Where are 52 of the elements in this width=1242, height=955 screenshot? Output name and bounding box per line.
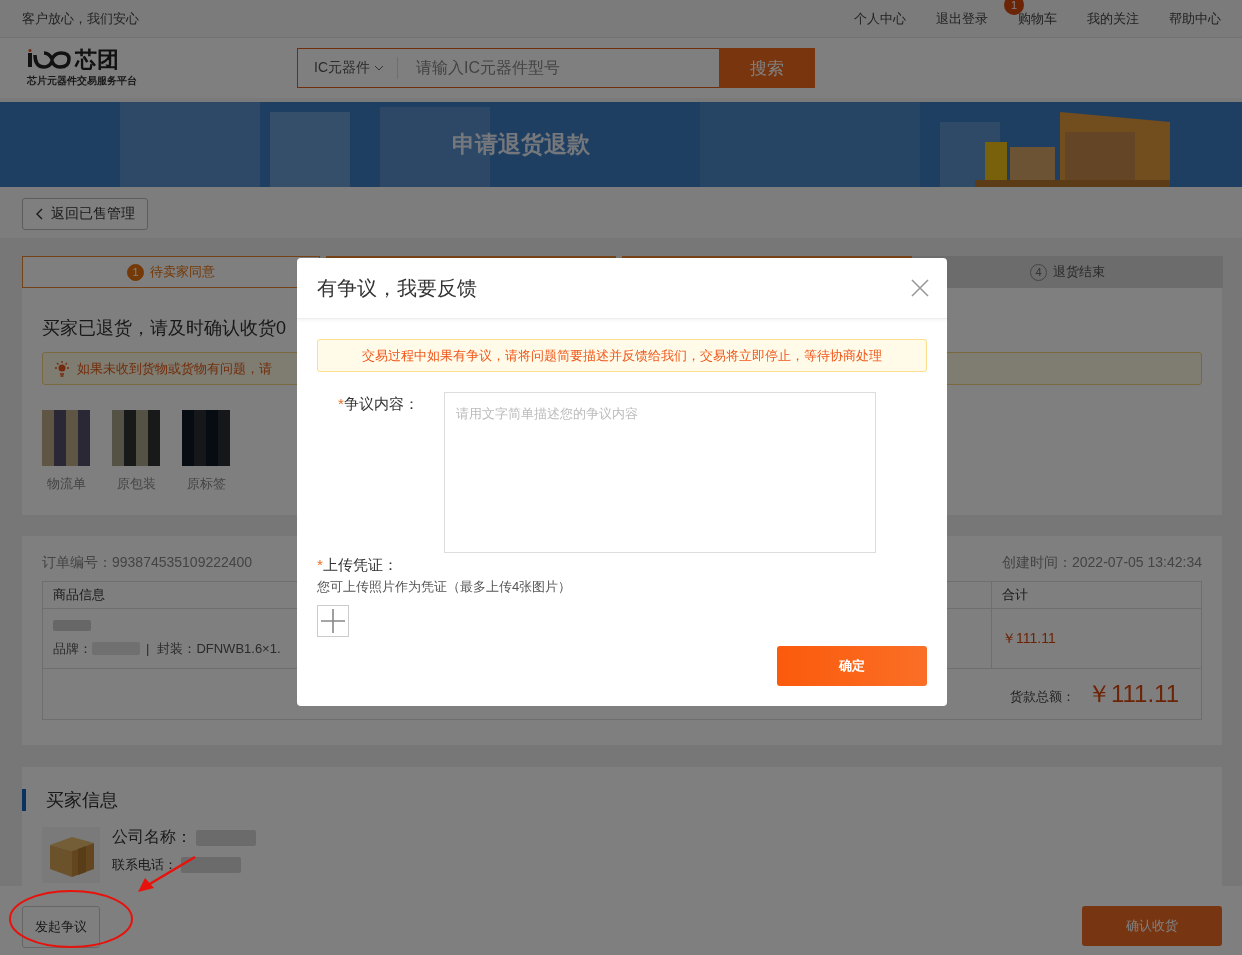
column-header: 商品信息 <box>53 586 105 604</box>
upload-button[interactable] <box>317 605 349 637</box>
order-created-time: 创建时间：2022-07-05 13:42:34 <box>1002 554 1202 572</box>
order-number: 订单编号：993874535109222400 <box>42 554 253 572</box>
submit-button[interactable]: 确定 <box>777 646 927 686</box>
back-button[interactable]: 返回已售管理 <box>22 198 148 230</box>
search-field[interactable]: 请输入IC元器件型号 <box>398 48 719 88</box>
logo-tagline: 芯片元器件交易服务平台 <box>27 74 138 88</box>
field-label: 公司名称： <box>112 827 192 847</box>
redacted-block <box>181 857 241 873</box>
field-label: 争议内容： <box>343 395 419 412</box>
redacted-block <box>53 619 91 631</box>
alert-message: 交易过程中如果有争议，请将问题简要描述并反馈给我们，交易将立即停止，等待协商处理 <box>317 339 927 372</box>
chevron-left-icon <box>35 208 43 220</box>
dispute-button[interactable]: 发起争议 <box>22 906 100 948</box>
logo-text: 芯团 <box>75 48 119 72</box>
chevron-down-icon <box>374 65 384 71</box>
step-number: 1 <box>127 263 144 281</box>
separator-text: | <box>146 641 150 656</box>
plus-icon <box>321 609 345 633</box>
row-total: ￥111.11 <box>991 609 1201 668</box>
package-text: 封装：DFNWB1.6×1. <box>157 639 281 658</box>
dialog-title: 有争议，我要反馈 <box>317 275 477 301</box>
cart-count-badge: 1 <box>1004 0 1024 15</box>
top-nav-link[interactable]: 退出登录 <box>936 10 988 26</box>
upload-hint: 您可上传照片作为凭证（最多上传4张图片） <box>317 578 572 596</box>
confirm-receipt-button[interactable]: 确认收货 <box>1082 906 1222 946</box>
close-button[interactable] <box>911 279 929 297</box>
total-amount: ￥111.11 <box>1086 679 1179 709</box>
thumbnail-caption: 物流单 <box>46 475 86 493</box>
field-label: 联系电话： <box>112 856 177 874</box>
total-label: 货款总额： <box>1009 688 1075 706</box>
close-icon <box>911 279 929 297</box>
page-title: 申请退货退款 <box>452 130 590 159</box>
lightbulb-icon <box>55 360 69 377</box>
column-header: 合计 <box>1002 586 1028 604</box>
field-label: 上传凭证： <box>322 556 398 573</box>
notice-text: 如果未收到货物或货物有问题，请 <box>77 359 272 378</box>
top-nav-link[interactable]: 我的关注 <box>1087 10 1139 26</box>
slogan-text: 客户放心，我们安心 <box>22 9 139 28</box>
required-mark: * <box>338 395 344 412</box>
status-message: 买家已退货，请及时确认收货0 <box>42 317 287 340</box>
required-mark: * <box>317 556 323 573</box>
category-dropdown[interactable]: IC元器件 <box>297 48 398 88</box>
section-title: 买家信息 <box>22 789 1222 811</box>
logo-mark-icon <box>27 49 71 71</box>
top-nav-link[interactable]: 个人中心 <box>854 10 906 26</box>
dispute-text-field[interactable]: 请用文字简单描述您的争议内容 <box>444 392 876 553</box>
brand-label: 品牌： <box>53 639 92 658</box>
top-nav-link[interactable]: 帮助中心 <box>1169 10 1221 26</box>
annotation-arrow <box>138 855 196 892</box>
search-button[interactable]: 搜索 <box>719 48 815 88</box>
